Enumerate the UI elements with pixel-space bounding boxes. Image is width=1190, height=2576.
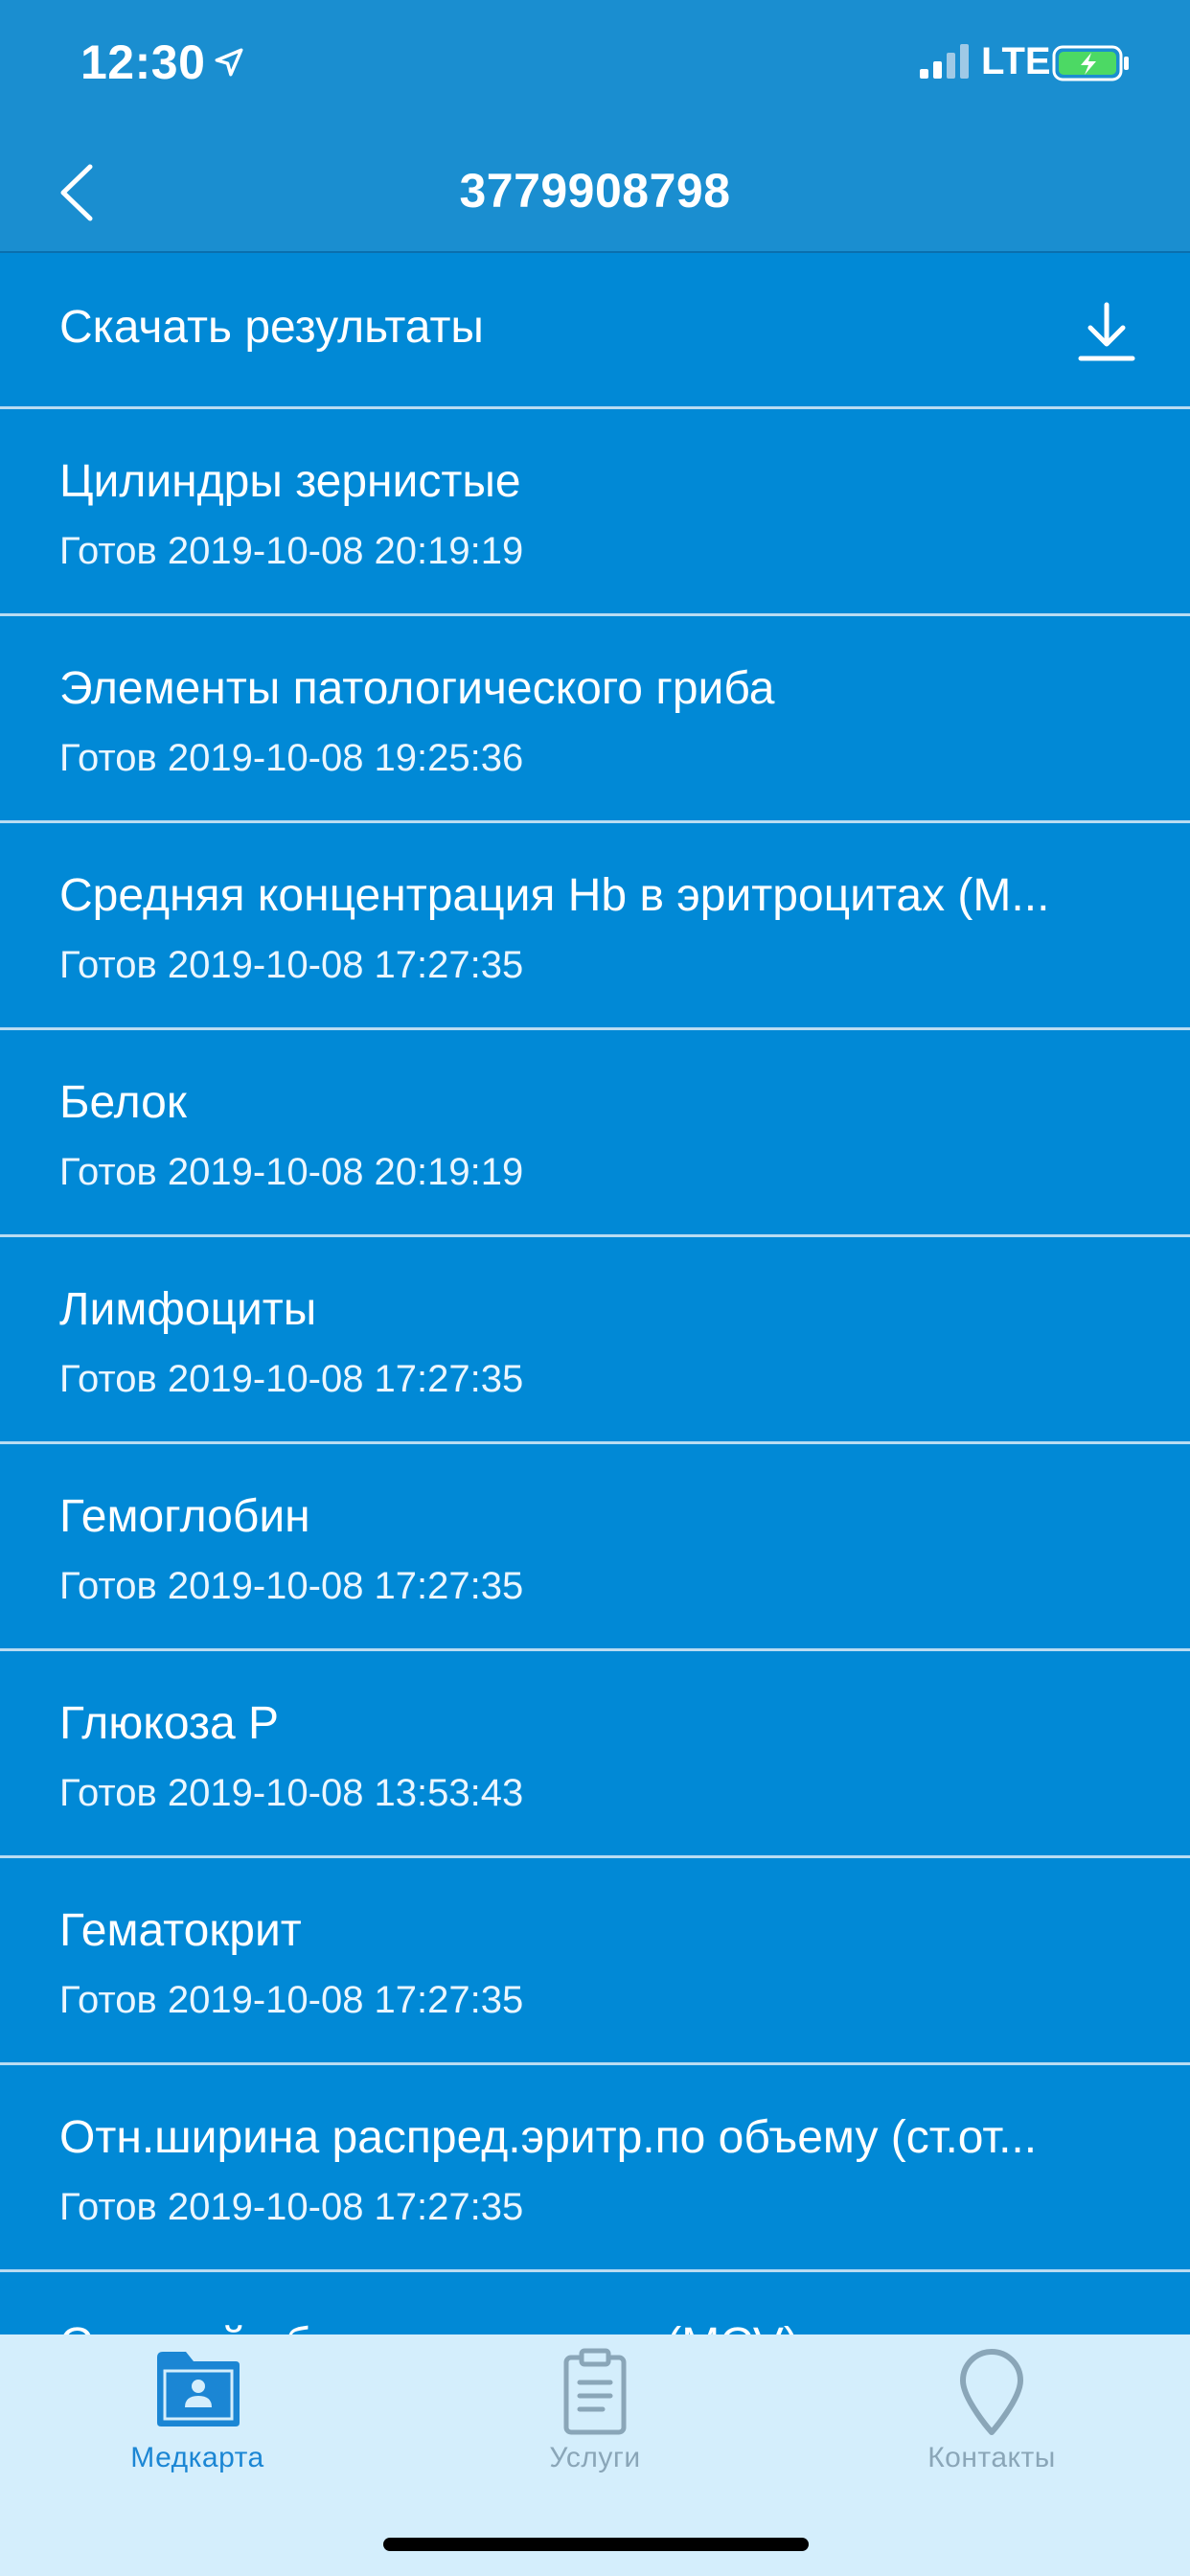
tab-services[interactable]: Услуги [451, 2334, 739, 2497]
clipboard-icon [563, 2348, 627, 2435]
tab-contacts[interactable]: Контакты [848, 2334, 1135, 2497]
download-icon[interactable] [1073, 301, 1140, 364]
battery-charging-icon [1052, 45, 1129, 81]
result-row[interactable]: Белок Готов 2019-10-08 20:19:19 [0, 1030, 1190, 1237]
result-row[interactable]: Гематокрит Готов 2019-10-08 17:27:35 [0, 1858, 1190, 2065]
result-status: Готов 2019-10-08 19:25:36 [59, 737, 524, 779]
results-list[interactable]: Скачать результаты Цилиндры зернистые Го… [0, 253, 1190, 2334]
nav-bar: 3779908798 [0, 134, 1190, 251]
result-title: Элементы патологического гриба [59, 663, 775, 714]
result-title: Средний объем эритроцита (MCV) [59, 2318, 1133, 2334]
result-title: Гематокрит [59, 1905, 302, 1956]
result-status: Готов 2019-10-08 13:53:43 [59, 1772, 524, 1814]
result-status: Готов 2019-10-08 20:19:19 [59, 1151, 524, 1193]
result-status: Готов 2019-10-08 20:19:19 [59, 530, 524, 572]
status-bar: 12:30 LTE [0, 0, 1190, 134]
signal-bars-icon [920, 44, 969, 79]
result-title: Цилиндры зернистые [59, 456, 521, 507]
result-row[interactable]: Гемоглобин Готов 2019-10-08 17:27:35 [0, 1444, 1190, 1651]
download-results-label: Скачать результаты [59, 302, 484, 353]
network-type: LTE [981, 40, 1051, 82]
result-title: Гемоглобин [59, 1491, 310, 1542]
header: 12:30 LTE 3779908798 [0, 0, 1190, 253]
location-arrow-icon [215, 48, 243, 77]
home-indicator[interactable] [383, 2538, 809, 2551]
result-status: Готов 2019-10-08 17:27:35 [59, 2186, 524, 2228]
result-row[interactable]: Отн.ширина распред.эритр.по объему (ст.о… [0, 2065, 1190, 2272]
result-row[interactable]: Цилиндры зернистые Готов 2019-10-08 20:1… [0, 409, 1190, 616]
result-row[interactable]: Лимфоциты Готов 2019-10-08 17:27:35 [0, 1237, 1190, 1444]
tab-label: Медкарта [130, 2442, 264, 2473]
result-row[interactable]: Элементы патологического гриба Готов 201… [0, 616, 1190, 823]
result-row[interactable]: Глюкоза Р Готов 2019-10-08 13:53:43 [0, 1651, 1190, 1858]
result-status: Готов 2019-10-08 17:27:35 [59, 1565, 524, 1607]
result-status: Готов 2019-10-08 17:27:35 [59, 944, 524, 986]
result-row[interactable]: Средний объем эритроцита (MCV) [0, 2272, 1190, 2334]
result-title: Белок [59, 1077, 187, 1128]
tab-label: Услуги [549, 2442, 641, 2473]
result-title: Лимфоциты [59, 1284, 317, 1335]
tab-label: Контакты [927, 2442, 1056, 2473]
page-title: 3779908798 [459, 164, 731, 218]
status-time: 12:30 [80, 35, 206, 89]
result-status: Готов 2019-10-08 17:27:35 [59, 1358, 524, 1400]
map-pin-icon [960, 2349, 1023, 2435]
medical-folder-icon [157, 2352, 240, 2426]
tab-medcard[interactable]: Медкарта [54, 2334, 341, 2497]
result-title: Отн.ширина распред.эритр.по объему (ст.о… [59, 2112, 1038, 2163]
result-title: Средняя концентрация Hb в эритроцитах (M… [59, 870, 1050, 921]
result-row[interactable]: Средняя концентрация Hb в эритроцитах (M… [0, 823, 1190, 1030]
screen: 12:30 LTE 3779908798 Скачать результаты … [0, 0, 1190, 2576]
result-status: Готов 2019-10-08 17:27:35 [59, 1979, 524, 2021]
result-title: Глюкоза Р [59, 1698, 280, 1749]
download-results-button[interactable]: Скачать результаты [0, 253, 1190, 409]
